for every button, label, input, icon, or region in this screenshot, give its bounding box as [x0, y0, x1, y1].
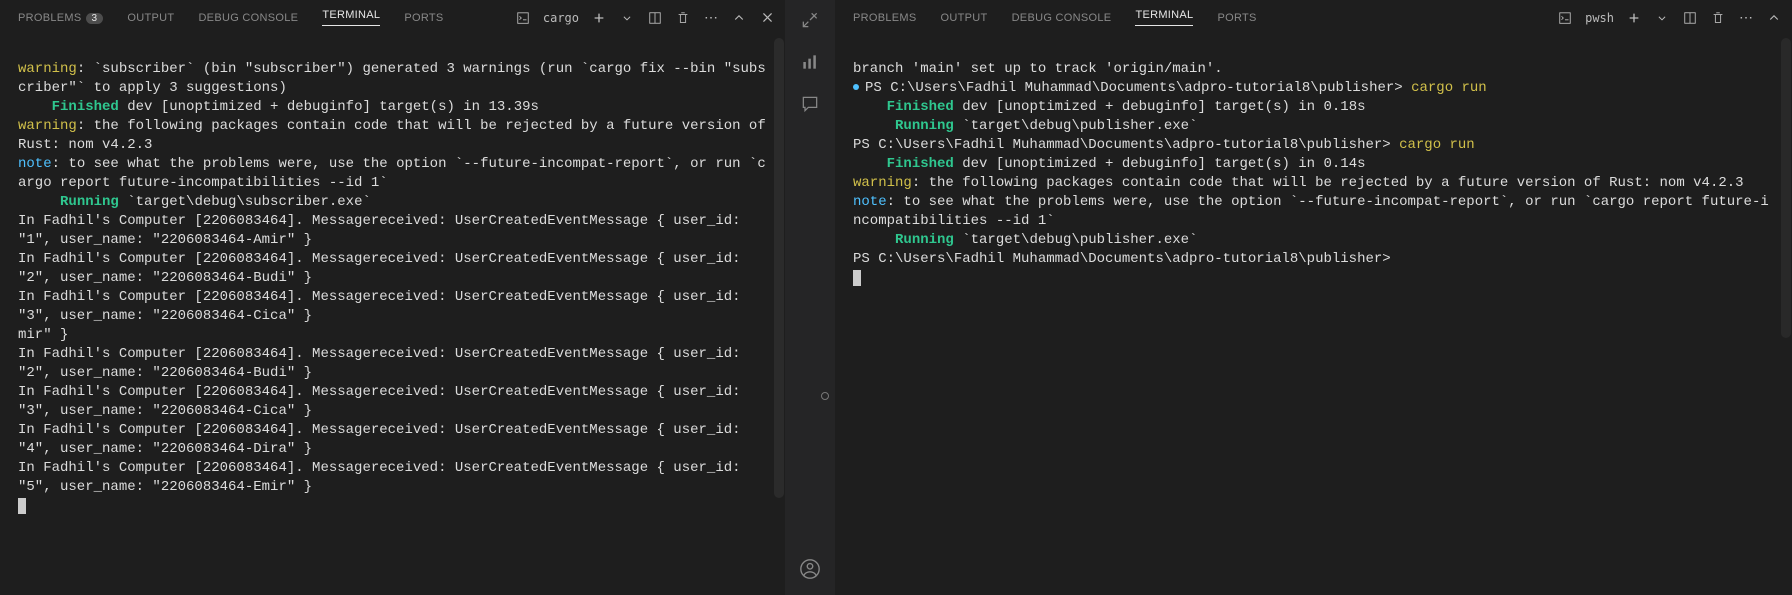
tab-problems[interactable]: PROBLEMS3 [18, 12, 103, 24]
panel-tabs-right: PROBLEMS OUTPUT DEBUG CONSOLE TERMINAL P… [835, 0, 1792, 35]
graph-icon[interactable] [798, 50, 822, 74]
activity-bar [785, 0, 835, 595]
modified-indicator [853, 84, 859, 90]
terminal-output-left[interactable]: warning: `subscriber` (bin "subscriber")… [0, 35, 785, 595]
terminal-toolbar-right: pwsh ⋯ [1557, 0, 1782, 35]
tab-ports[interactable]: PORTS [404, 12, 443, 24]
editor-pane-right: PROBLEMS OUTPUT DEBUG CONSOLE TERMINAL P… [835, 0, 1792, 595]
chevron-down-icon[interactable] [1654, 10, 1670, 26]
cursor [18, 498, 26, 514]
chevron-down-icon[interactable] [619, 10, 635, 26]
terminal-output-right[interactable]: branch 'main' set up to track 'origin/ma… [835, 35, 1792, 595]
scrollbar[interactable] [774, 38, 784, 498]
tab-output[interactable]: OUTPUT [941, 12, 988, 24]
shell-name[interactable]: pwsh [1585, 11, 1614, 25]
scrollbar[interactable] [1781, 38, 1791, 338]
comment-icon[interactable] [798, 92, 822, 116]
more-icon[interactable]: ⋯ [703, 10, 719, 26]
shell-name[interactable]: cargo [543, 11, 579, 25]
account-icon[interactable] [798, 557, 822, 581]
panel-tabs-left: PROBLEMS3 OUTPUT DEBUG CONSOLE TERMINAL … [0, 0, 785, 35]
tab-debug-console[interactable]: DEBUG CONSOLE [1012, 12, 1112, 24]
chevron-up-icon[interactable] [731, 10, 747, 26]
more-icon[interactable]: ⋯ [1738, 10, 1754, 26]
share-icon[interactable] [798, 8, 822, 32]
trash-icon[interactable] [1710, 10, 1726, 26]
tab-terminal[interactable]: TERMINAL [1135, 9, 1193, 26]
split-terminal-icon[interactable] [1682, 10, 1698, 26]
tab-problems[interactable]: PROBLEMS [853, 12, 917, 24]
breakpoint-gutter[interactable] [821, 392, 829, 400]
problems-badge: 3 [86, 13, 104, 24]
trash-icon[interactable] [675, 10, 691, 26]
new-terminal-icon[interactable] [1626, 10, 1642, 26]
tab-terminal[interactable]: TERMINAL [322, 9, 380, 26]
terminal-toolbar-left: cargo ⋯ [515, 0, 775, 35]
split-terminal-icon[interactable] [647, 10, 663, 26]
close-icon[interactable] [759, 10, 775, 26]
terminal-icon [515, 10, 531, 26]
tab-output[interactable]: OUTPUT [127, 12, 174, 24]
editor-pane-left: PROBLEMS3 OUTPUT DEBUG CONSOLE TERMINAL … [0, 0, 785, 595]
terminal-icon [1557, 10, 1573, 26]
maximize-icon[interactable] [1766, 10, 1782, 26]
tab-debug-console[interactable]: DEBUG CONSOLE [198, 12, 298, 24]
tab-ports[interactable]: PORTS [1217, 12, 1256, 24]
cursor [853, 270, 861, 286]
new-terminal-icon[interactable] [591, 10, 607, 26]
